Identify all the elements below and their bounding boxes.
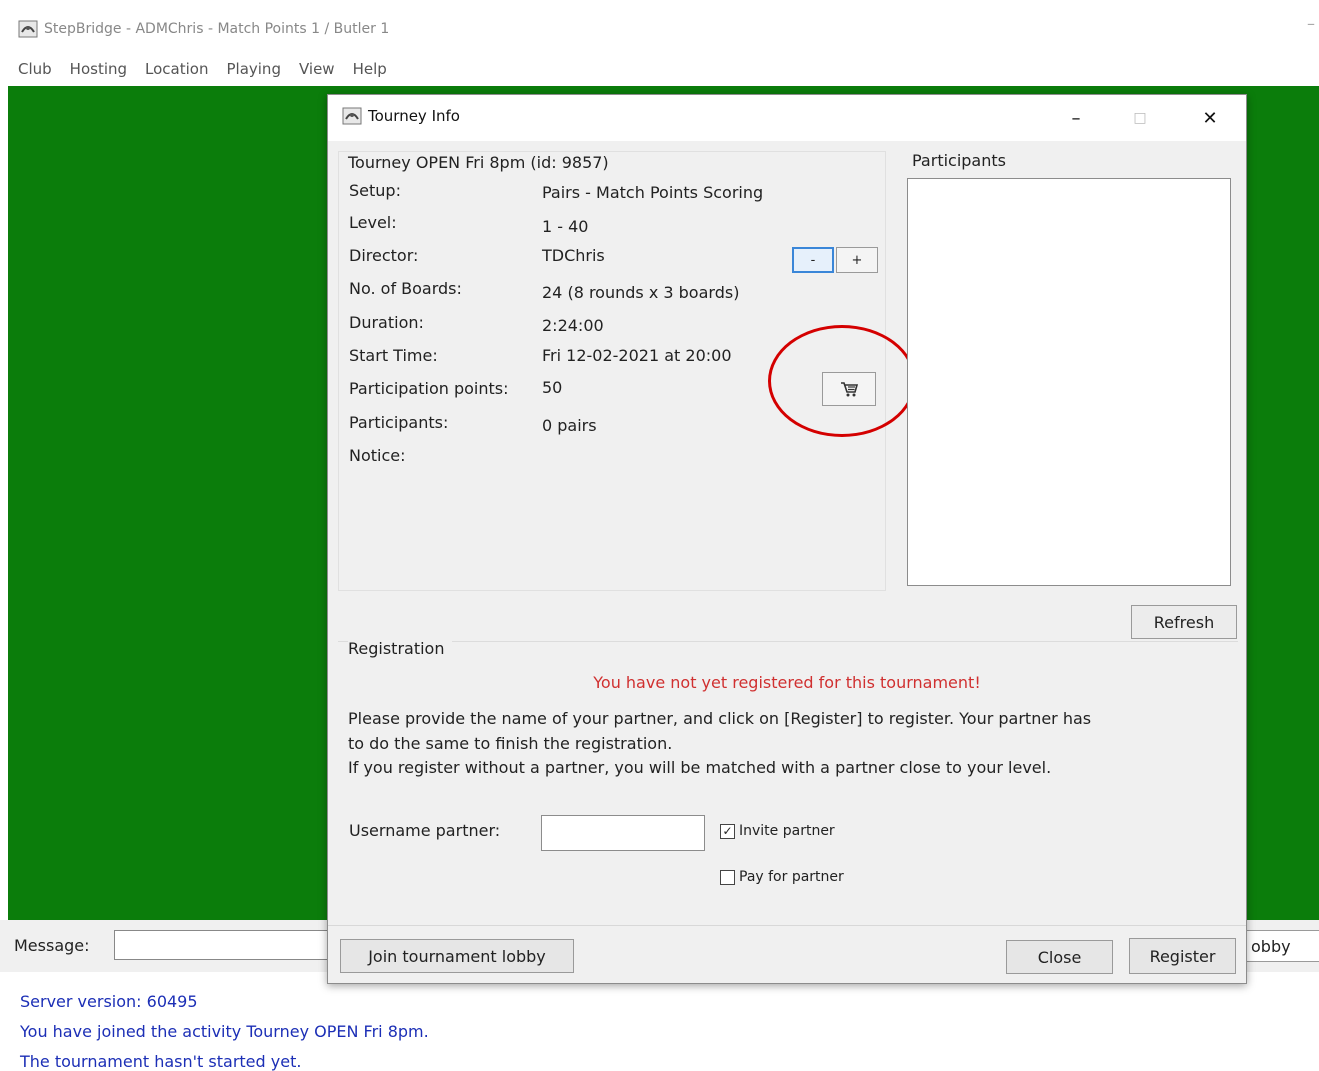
- start-time-label: Start Time:: [349, 346, 438, 365]
- setup-label: Setup:: [349, 181, 401, 200]
- tourney-info-title: Tourney OPEN Fri 8pm (id: 9857): [348, 153, 609, 172]
- director-plus-button[interactable]: +: [836, 247, 878, 273]
- message-input[interactable]: [114, 930, 334, 960]
- registration-warning: You have not yet registered for this tou…: [593, 673, 981, 692]
- checkbox-checked-icon: ✓: [720, 823, 735, 839]
- menu-playing[interactable]: Playing: [226, 60, 280, 78]
- tourney-info-panel: [338, 151, 886, 591]
- director-value: TDChris: [542, 246, 605, 265]
- director-minus-button[interactable]: -: [792, 247, 834, 273]
- menu-club[interactable]: Club: [18, 60, 52, 78]
- menu-bar: Club Hosting Location Playing View Help: [18, 56, 387, 82]
- stepbridge-logo-icon: [18, 20, 38, 38]
- participants-list[interactable]: [907, 178, 1231, 586]
- registration-instructions: Please provide the name of your partner,…: [348, 709, 1092, 728]
- log-line: Server version: 60495: [20, 992, 198, 1011]
- pay-for-partner-checkbox[interactable]: Pay for partner: [720, 869, 844, 885]
- participation-points-value: 50: [542, 378, 563, 397]
- dialog-maximize-button[interactable]: □: [1120, 101, 1160, 135]
- shopping-cart-icon: [841, 382, 859, 397]
- boards-value: 24 (8 rounds x 3 boards): [542, 283, 740, 302]
- stepbridge-logo-icon: [342, 107, 362, 125]
- chat-log: Server version: 60495 You have joined th…: [0, 972, 1319, 1071]
- dialog-title-text: Tourney Info: [368, 107, 460, 125]
- setup-value: Pairs - Match Points Scoring: [542, 183, 764, 202]
- notice-label: Notice:: [349, 446, 406, 465]
- invite-partner-checkbox[interactable]: ✓ Invite partner: [720, 823, 835, 839]
- log-line: The tournament hasn't started yet.: [20, 1052, 302, 1071]
- refresh-button[interactable]: Refresh: [1131, 605, 1237, 639]
- bottom-divider: [328, 925, 1246, 926]
- level-label: Level:: [349, 213, 397, 232]
- register-button[interactable]: Register: [1129, 938, 1236, 974]
- lobby-button[interactable]: obby: [1244, 930, 1319, 962]
- username-partner-input[interactable]: [541, 815, 705, 851]
- duration-label: Duration:: [349, 313, 424, 332]
- invite-partner-label: Invite partner: [739, 823, 835, 839]
- registration-instructions: If you register without a partner, you w…: [348, 758, 1052, 777]
- menu-location[interactable]: Location: [145, 60, 208, 78]
- director-label: Director:: [349, 246, 419, 265]
- dialog-minimize-button[interactable]: –: [1056, 101, 1096, 135]
- username-partner-label: Username partner:: [349, 821, 501, 840]
- checkbox-unchecked-icon: [720, 869, 735, 885]
- level-value: 1 - 40: [542, 217, 589, 236]
- menu-help[interactable]: Help: [353, 60, 387, 78]
- join-tournament-lobby-button[interactable]: Join tournament lobby: [340, 939, 574, 973]
- pay-for-partner-label: Pay for partner: [739, 869, 844, 885]
- menu-hosting[interactable]: Hosting: [70, 60, 127, 78]
- message-label: Message:: [14, 936, 90, 955]
- start-time-value: Fri 12-02-2021 at 20:00: [542, 346, 732, 365]
- cart-button[interactable]: [822, 372, 876, 406]
- participants-title: Participants: [912, 151, 1006, 170]
- close-button[interactable]: Close: [1006, 940, 1113, 974]
- registration-title: Registration: [348, 639, 453, 658]
- menu-view[interactable]: View: [299, 60, 335, 78]
- dialog-title-bar: [328, 95, 1246, 141]
- tourney-info-dialog: Tourney Info – □ ✕ Tourney OPEN Fri 8pm …: [327, 94, 1247, 984]
- registration-divider: [338, 641, 1238, 642]
- boards-label: No. of Boards:: [349, 279, 462, 298]
- registration-instructions: to do the same to finish the registratio…: [348, 734, 673, 753]
- main-minimize-button[interactable]: –: [1307, 14, 1315, 33]
- participants-count-label: Participants:: [349, 413, 449, 432]
- app-title: StepBridge - ADMChris - Match Points 1 /…: [44, 21, 390, 37]
- duration-value: 2:24:00: [542, 316, 604, 335]
- participation-points-label: Participation points:: [349, 379, 509, 398]
- dialog-title: Tourney Info: [342, 107, 460, 125]
- log-line: You have joined the activity Tourney OPE…: [20, 1022, 429, 1041]
- participants-count-value: 0 pairs: [542, 416, 597, 435]
- app-title-bar: StepBridge - ADMChris - Match Points 1 /…: [18, 16, 389, 42]
- dialog-close-icon[interactable]: ✕: [1190, 101, 1230, 135]
